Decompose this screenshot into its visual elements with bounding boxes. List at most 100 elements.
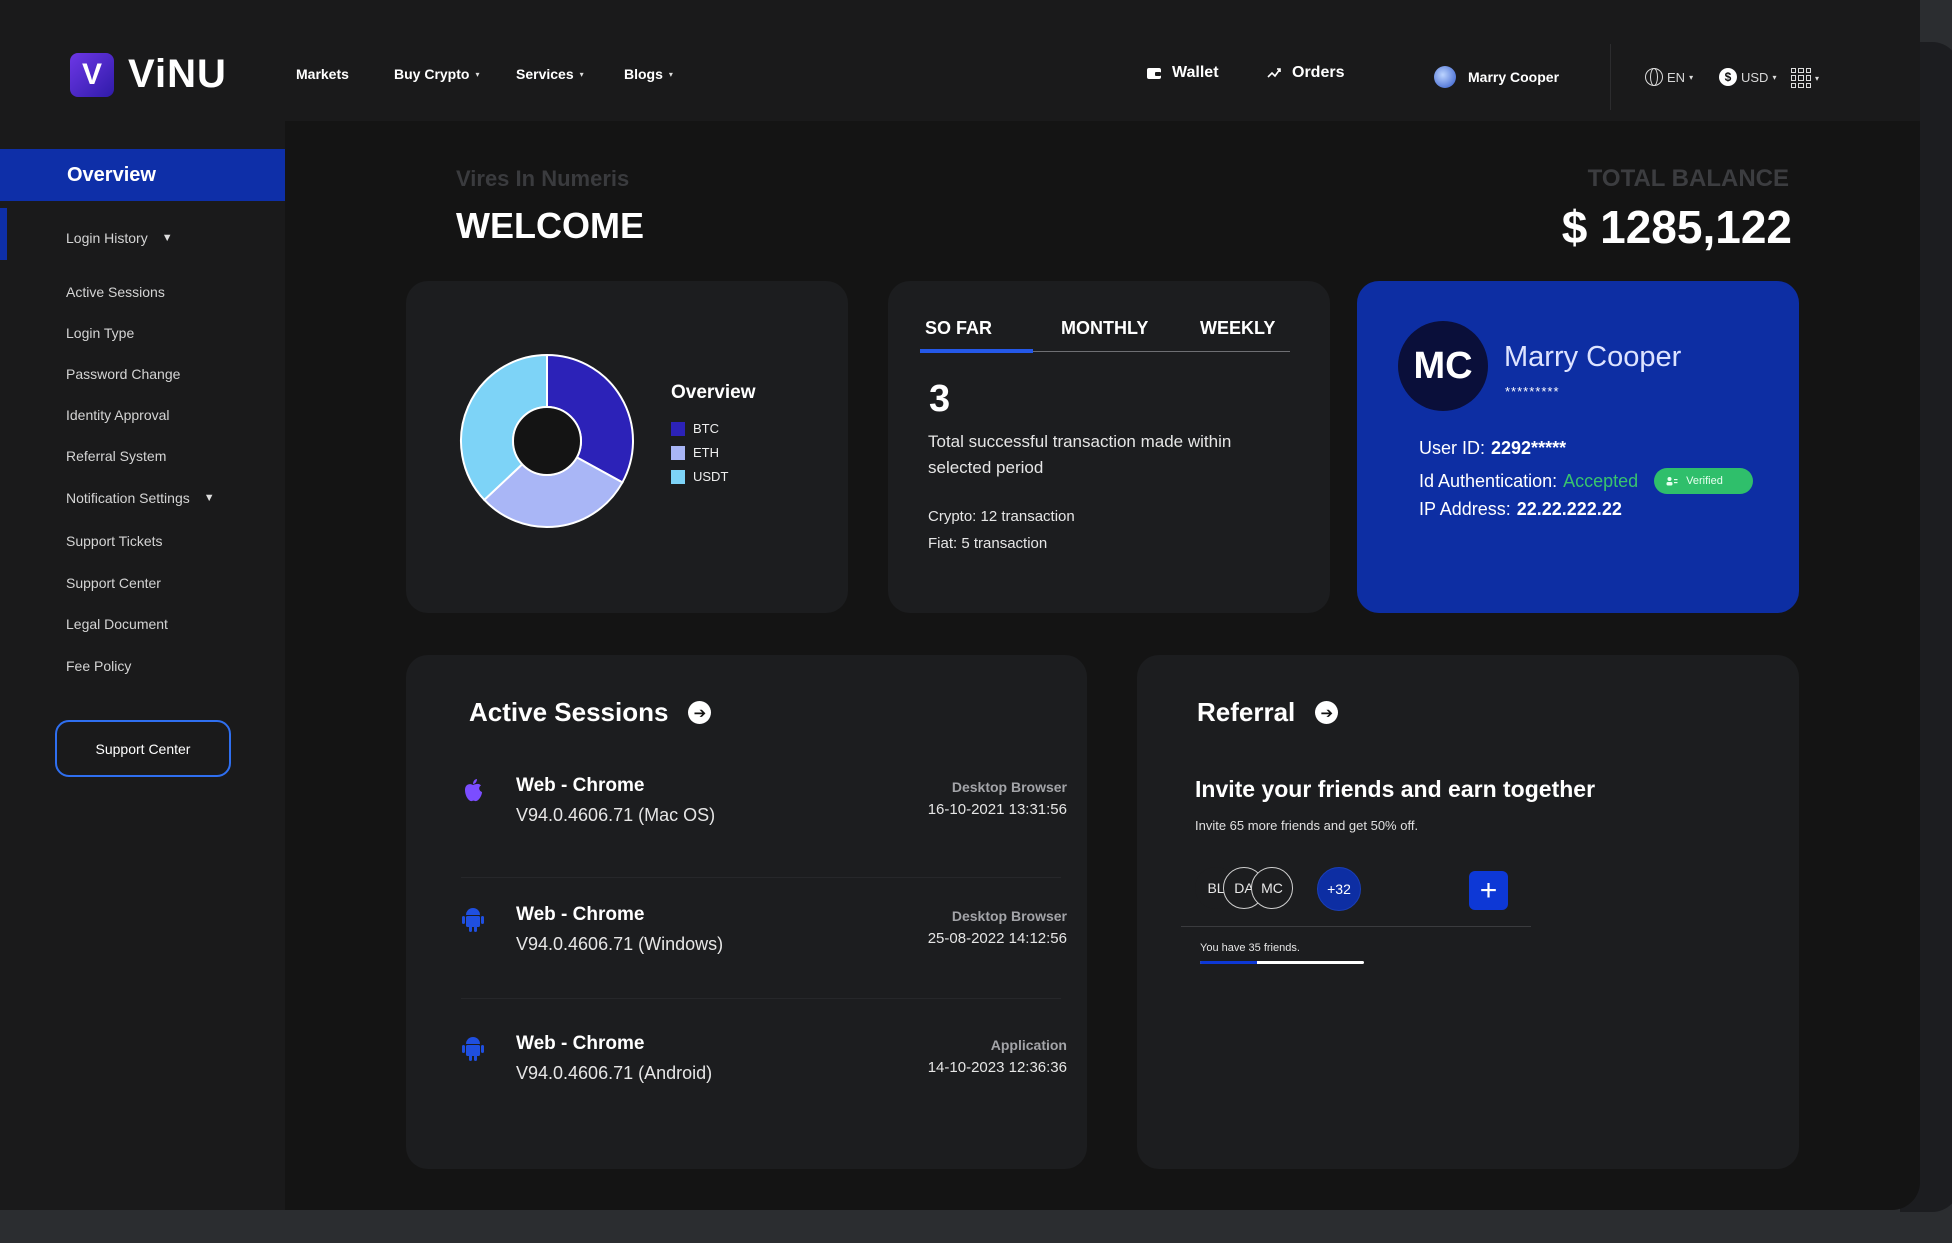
referral-progress-bar — [1200, 961, 1364, 964]
nav-label: Services — [516, 66, 574, 82]
ip-value: 22.22.222.22 — [1516, 499, 1622, 519]
avatar: MC — [1251, 867, 1293, 909]
active-indicator — [0, 208, 7, 260]
avatar: MC — [1398, 321, 1488, 411]
session-row[interactable]: Web - Chrome V94.0.4606.71 (Android) App… — [461, 1025, 1067, 1125]
referral-headline: Invite your friends and earn together — [1195, 776, 1596, 802]
active-sessions-card: Active Sessions ➔ Web - Chrome V94.0.460… — [406, 655, 1087, 1169]
sidebar-item-referral-system[interactable]: Referral System — [66, 448, 166, 464]
nav-services[interactable]: Services ▾ — [516, 66, 584, 82]
qr-button[interactable]: ▾ — [1791, 68, 1819, 88]
profile-masked-secret: ********* — [1505, 384, 1560, 399]
sidebar-item-password-change[interactable]: Password Change — [66, 366, 180, 382]
sidebar-item-support-center[interactable]: Support Center — [66, 575, 161, 591]
sidebar-item-label: Active Sessions — [66, 284, 165, 300]
sidebar-item-legal-document[interactable]: Legal Document — [66, 616, 168, 632]
android-icon — [462, 908, 484, 932]
chevron-down-icon: ▾ — [1815, 73, 1820, 83]
friends-count: You have 35 friends. — [1200, 942, 1300, 954]
session-row[interactable]: Web - Chrome V94.0.4606.71 (Mac OS) Desk… — [461, 767, 1067, 867]
sidebar-item-active-sessions[interactable]: Active Sessions — [66, 284, 165, 300]
user-id-label: User ID: — [1419, 438, 1486, 458]
tab-weekly[interactable]: WEEKLY — [1200, 318, 1275, 339]
nav-buy-crypto[interactable]: Buy Crypto ▾ — [394, 66, 479, 82]
support-center-button[interactable]: Support Center — [55, 720, 231, 777]
add-friend-button[interactable]: + — [1469, 871, 1508, 910]
currency-selector[interactable]: $ USD ▾ — [1719, 68, 1776, 86]
session-name: Web - Chrome — [516, 904, 645, 925]
page-title: WELCOME — [456, 205, 644, 246]
sidebar-item-label: Support Tickets — [66, 533, 163, 549]
more-friends-badge[interactable]: +32 — [1317, 867, 1361, 911]
session-version: V94.0.4606.71 (Mac OS) — [516, 805, 716, 825]
user-menu[interactable]: Marry Cooper — [1434, 66, 1559, 88]
sidebar-item-label: Identity Approval — [66, 407, 170, 423]
legend-label: USDT — [693, 469, 729, 484]
chevron-down-icon: ▾ — [579, 69, 584, 79]
id-auth-row: Id Authentication: Accepted Verified — [1419, 468, 1753, 494]
divider — [1181, 926, 1531, 927]
sidebar-item-label: Support Center — [66, 575, 161, 591]
session-time: 25-08-2022 14:12:56 — [927, 930, 1067, 947]
arrow-right-icon[interactable]: ➔ — [688, 701, 712, 724]
chevron-down-icon: ▾ — [475, 69, 480, 79]
section-title: Referral ➔ — [1197, 697, 1339, 728]
chart-title: Overview — [671, 382, 756, 403]
session-type: Desktop Browser — [951, 779, 1067, 795]
logo-mark-icon: V — [70, 52, 114, 97]
sidebar-item-support-tickets[interactable]: Support Tickets — [66, 533, 163, 549]
app-window: V ViNU Markets Buy Crypto ▾ Services ▾ Blo… — [0, 0, 1920, 1210]
sidebar-item-label: Fee Policy — [66, 658, 132, 674]
sidebar-item-overview[interactable]: Overview — [0, 149, 285, 201]
friend-avatars: BL DA MC — [1195, 867, 1395, 911]
legend-label: BTC — [693, 421, 719, 436]
arrow-right-icon[interactable]: ➔ — [1315, 701, 1339, 724]
progress-fill — [1200, 961, 1258, 964]
ip-label: IP Address: — [1419, 499, 1511, 519]
brand-logo[interactable]: V ViNU — [70, 52, 227, 97]
plus-icon: + — [1479, 873, 1498, 907]
session-type: Application — [990, 1037, 1067, 1053]
sidebar-item-login-type[interactable]: Login Type — [66, 325, 134, 341]
ip-row: IP Address: 22.22.222.22 — [1419, 499, 1622, 520]
dollar-icon: $ — [1719, 68, 1737, 86]
sidebar-item-fee-policy[interactable]: Fee Policy — [66, 658, 131, 674]
session-row[interactable]: Web - Chrome V94.0.4606.71 (Windows) Des… — [461, 896, 1067, 996]
sidebar-item-identity-approval[interactable]: Identity Approval — [66, 407, 170, 423]
legend-swatch — [671, 445, 685, 460]
language-selector[interactable]: EN ▾ — [1645, 68, 1693, 86]
sidebar-item-notification-settings[interactable]: Notification Settings ▼ — [66, 490, 215, 506]
chevron-down-icon: ▾ — [1772, 72, 1777, 82]
id-auth-status: Accepted — [1563, 470, 1639, 491]
sidebar-item-login-history[interactable]: Login History ▼ — [66, 230, 173, 246]
divider — [461, 998, 1061, 999]
tab-so-far[interactable]: SO FAR — [925, 318, 992, 339]
profile-name: Marry Cooper — [1504, 341, 1682, 373]
tab-monthly[interactable]: MONTHLY — [1061, 318, 1148, 339]
nav-markets[interactable]: Markets — [296, 66, 349, 82]
sidebar: Overview Login History ▼ Active Sessions … — [0, 121, 285, 1210]
sidebar-item-label: Password Change — [66, 366, 181, 382]
wallet-icon — [1147, 68, 1161, 79]
session-name: Web - Chrome — [516, 775, 645, 796]
overview-chart-card: Overview BTC ETH USDT — [406, 281, 848, 613]
referral-card: Referral ➔ Invite your friends and earn … — [1137, 655, 1799, 1169]
top-navbar: V ViNU Markets Buy Crypto ▾ Services ▾ Blo… — [0, 0, 1920, 121]
caret-down-icon: ▼ — [203, 492, 215, 504]
chevron-down-icon: ▾ — [1689, 72, 1694, 82]
total-balance-label: TOTAL BALANCE — [1587, 165, 1789, 192]
section-title: Active Sessions ➔ — [469, 697, 712, 728]
donut-hole — [512, 406, 582, 476]
legend-label: ETH — [693, 445, 719, 460]
orders-button[interactable]: Orders — [1266, 64, 1344, 82]
brand-name: ViNU — [128, 52, 227, 96]
legend-item-eth: ETH — [671, 445, 719, 460]
user-card-icon — [1666, 477, 1678, 486]
globe-icon — [1645, 68, 1663, 86]
android-icon — [462, 1037, 484, 1061]
orders-label: Orders — [1292, 64, 1345, 81]
profile-card: MC Marry Cooper ********* User ID: 2292*… — [1357, 281, 1799, 613]
wallet-button[interactable]: Wallet — [1146, 64, 1219, 82]
nav-blogs[interactable]: Blogs ▾ — [624, 66, 673, 82]
status-badge: Verified — [1654, 468, 1753, 494]
